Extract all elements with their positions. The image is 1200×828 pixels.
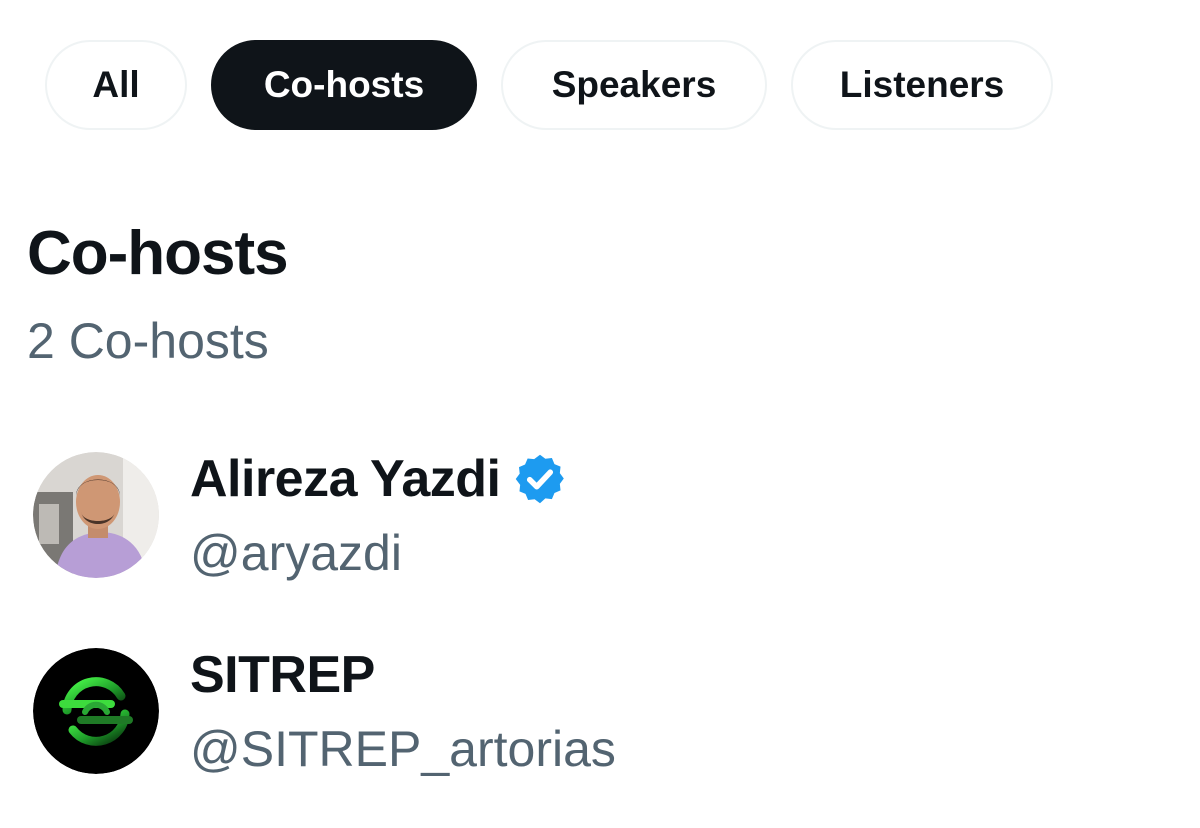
section-title: Co-hosts [27, 219, 289, 288]
name-row: Alireza Yazdi [190, 448, 568, 510]
user-handle[interactable]: @aryazdi [190, 524, 568, 582]
tab-all[interactable]: All [45, 40, 187, 130]
user-info: SITREP @SITREP_artorias [190, 644, 616, 778]
user-info: Alireza Yazdi @aryazdi [190, 448, 568, 582]
co-host-count: 2 Co-hosts [27, 313, 269, 369]
display-name[interactable]: SITREP [190, 645, 375, 705]
filter-tabs: All Co-hosts Speakers Listeners [45, 40, 1053, 130]
user-row-alireza-yazdi[interactable]: Alireza Yazdi @aryazdi [33, 448, 568, 582]
avatar[interactable] [33, 452, 159, 578]
tab-listeners[interactable]: Listeners [791, 40, 1053, 130]
avatar[interactable] [33, 648, 159, 774]
user-row-sitrep[interactable]: SITREP @SITREP_artorias [33, 644, 616, 778]
name-row: SITREP [190, 644, 616, 706]
sitrep-logo-icon [33, 648, 159, 774]
tab-co-hosts[interactable]: Co-hosts [211, 40, 477, 130]
user-handle[interactable]: @SITREP_artorias [190, 720, 616, 778]
profile-photo-icon [33, 452, 159, 578]
tab-speakers[interactable]: Speakers [501, 40, 767, 130]
verified-badge-icon [516, 454, 565, 504]
display-name[interactable]: Alireza Yazdi [190, 449, 501, 509]
